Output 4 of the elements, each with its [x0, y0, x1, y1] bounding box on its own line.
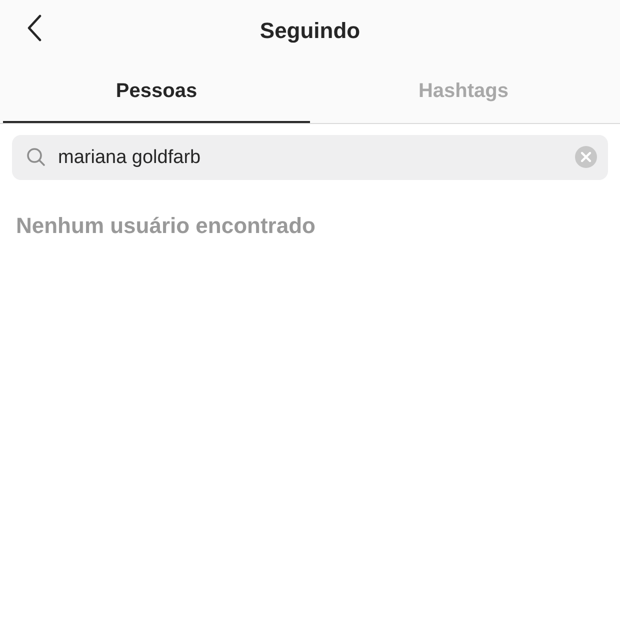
empty-message: Nenhum usuário encontrado	[15, 212, 316, 239]
search-field[interactable]: mariana goldfarb	[12, 135, 608, 180]
screen-title: Seguindo	[260, 18, 360, 44]
tab[interactable]: Pessoas	[3, 62, 310, 123]
